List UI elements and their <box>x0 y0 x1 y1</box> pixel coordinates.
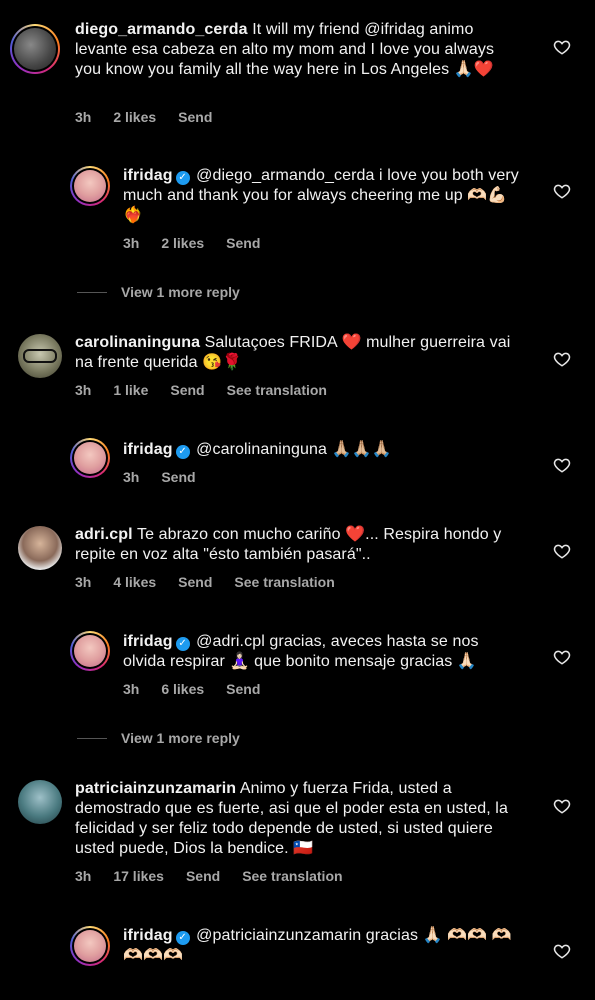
comment-time: 3h <box>123 469 140 485</box>
comment-username[interactable]: ifridag <box>123 927 173 944</box>
reply-button[interactable]: Send <box>226 681 260 697</box>
heart-icon[interactable] <box>553 182 571 200</box>
avatar[interactable] <box>70 166 110 206</box>
comment-username[interactable]: adri.cpl <box>75 526 133 543</box>
comment-username[interactable]: diego_armando_cerda <box>75 21 248 38</box>
comment-time: 3h <box>75 868 92 884</box>
comment-body: carolinaninguna Salutaçoes FRIDA ❤️ mulh… <box>75 333 525 373</box>
comment-username[interactable]: ifridag <box>123 633 173 650</box>
avatar[interactable] <box>70 631 110 671</box>
comment-time: 3h <box>75 109 92 125</box>
verified-badge-icon: ✓ <box>175 445 190 459</box>
divider <box>77 737 107 739</box>
comment-time: 3h <box>75 574 92 590</box>
heart-icon[interactable] <box>553 542 571 560</box>
avatar[interactable] <box>18 780 62 824</box>
comment-likes[interactable]: 17 likes <box>113 868 164 884</box>
comment-meta: 3h 6 likes Send <box>123 681 282 697</box>
verified-badge-icon: ✓ <box>175 637 190 651</box>
comment-body: adri.cpl Te abrazo con mucho cariño ❤️..… <box>75 525 525 565</box>
comment-body: ifridag ✓ @diego_armando_cerda i love you… <box>123 166 523 226</box>
view-more-replies-button[interactable]: View 1 more reply <box>77 730 240 746</box>
comment-body: diego_armando_cerda It will my friend @i… <box>75 20 515 80</box>
comment-meta: 3h 1 like Send See translation <box>75 382 349 398</box>
comment-likes[interactable]: 2 likes <box>113 109 156 125</box>
view-more-replies-button[interactable]: View 1 more reply <box>77 284 240 300</box>
verified-badge-icon: ✓ <box>175 171 190 185</box>
comment-meta: 3h 17 likes Send See translation <box>75 868 365 884</box>
heart-icon[interactable] <box>553 38 571 56</box>
verified-badge-icon: ✓ <box>175 931 190 945</box>
reply-button[interactable]: Send <box>178 574 212 590</box>
heart-icon[interactable] <box>553 456 571 474</box>
comment-body: ifridag ✓ @adri.cpl gracias, aveces hasta… <box>123 632 523 672</box>
comment-body: patriciainzunzamarin Animo y fuerza Frid… <box>75 779 525 859</box>
comment-time: 3h <box>123 681 140 697</box>
avatar[interactable] <box>70 438 110 478</box>
comment-likes[interactable]: 4 likes <box>113 574 156 590</box>
comment-likes[interactable]: 2 likes <box>161 235 204 251</box>
reply-button[interactable]: Send <box>161 469 195 485</box>
avatar[interactable] <box>18 334 62 378</box>
see-translation-button[interactable]: See translation <box>242 868 342 884</box>
comment-text: Te abrazo con mucho cariño ❤️... Respira… <box>75 526 502 563</box>
view-more-label[interactable]: View 1 more reply <box>121 730 240 746</box>
comment-username[interactable]: ifridag <box>123 441 173 458</box>
comment-meta: 3h Send <box>123 469 218 485</box>
comment-body: ifridag ✓ @patriciainzunzamarin gracias 🙏… <box>123 926 528 966</box>
heart-icon[interactable] <box>553 797 571 815</box>
comment-text: @adri.cpl gracias, aveces hasta se nos o… <box>123 633 479 670</box>
reply-button[interactable]: Send <box>178 109 212 125</box>
comment-username[interactable]: patriciainzunzamarin <box>75 780 236 797</box>
comment-likes[interactable]: 1 like <box>113 382 148 398</box>
comment-time: 3h <box>123 235 140 251</box>
comment-text: @carolinaninguna 🙏🏼🙏🏼🙏🏼 <box>196 441 392 458</box>
comment-meta: 3h 4 likes Send See translation <box>75 574 357 590</box>
avatar[interactable] <box>70 926 110 966</box>
see-translation-button[interactable]: See translation <box>234 574 334 590</box>
see-translation-button[interactable]: See translation <box>227 382 327 398</box>
comment-username[interactable]: ifridag <box>123 167 173 184</box>
reply-button[interactable]: Send <box>186 868 220 884</box>
view-more-label[interactable]: View 1 more reply <box>121 284 240 300</box>
comment-meta: 3h 2 likes Send <box>123 235 282 251</box>
comment-time: 3h <box>75 382 92 398</box>
heart-icon[interactable] <box>553 350 571 368</box>
reply-button[interactable]: Send <box>226 235 260 251</box>
heart-icon[interactable] <box>553 942 571 960</box>
comment-username[interactable]: carolinaninguna <box>75 334 200 351</box>
comment-body: ifridag ✓ @carolinaninguna 🙏🏼🙏🏼🙏🏼 <box>123 440 523 460</box>
avatar[interactable] <box>10 24 60 74</box>
divider <box>77 291 107 293</box>
avatar[interactable] <box>18 526 62 570</box>
comment-meta: 3h 2 likes Send <box>75 109 234 125</box>
comment-likes[interactable]: 6 likes <box>161 681 204 697</box>
reply-button[interactable]: Send <box>170 382 204 398</box>
heart-icon[interactable] <box>553 648 571 666</box>
